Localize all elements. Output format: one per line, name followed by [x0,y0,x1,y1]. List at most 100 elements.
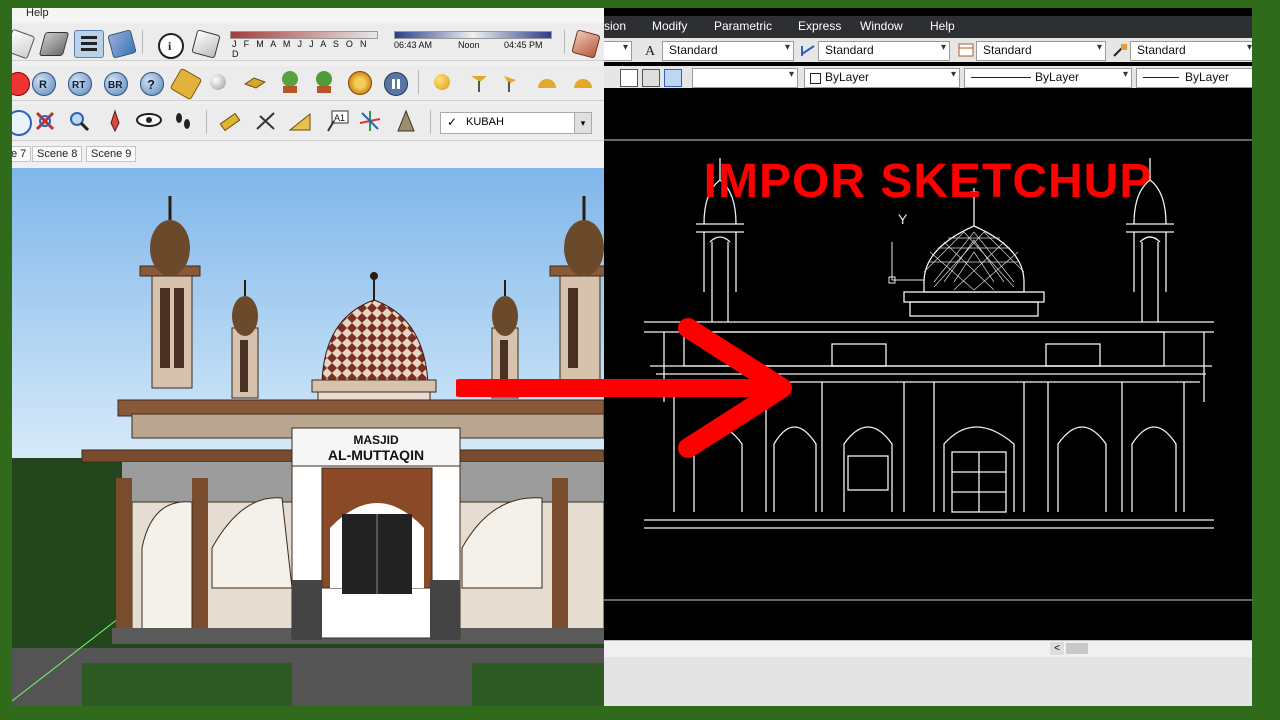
target-icon[interactable] [348,71,372,95]
menu-express[interactable]: Express [798,19,841,33]
time-slider-bar[interactable] [394,31,552,39]
time-end: 04:45 PM [504,40,543,50]
menu-parametric[interactable]: Parametric [714,19,772,33]
ucs-y-label: Y [898,211,908,227]
menu-version[interactable]: sion [604,19,626,33]
mosque-sign-line-2: AL-MUTTAQIN [328,447,424,463]
toolbar-separator [418,70,419,94]
table-style-icon[interactable] [958,42,974,58]
horizontal-scrollbar[interactable]: < [604,640,1252,657]
check-icon: ✓ [447,115,458,129]
chevron-down-icon: ▾ [1096,42,1102,53]
text-style-icon[interactable]: A [644,42,660,59]
scroll-left-button[interactable]: < [1050,642,1064,655]
tab-scene-7[interactable]: e 7 [12,146,32,162]
svg-text:i: i [168,39,172,53]
tab-scene-8[interactable]: Scene 8 [32,146,83,162]
toolbar-separator [430,110,431,134]
menu-window[interactable]: Window [860,19,903,33]
menu-help[interactable]: Help [26,8,49,19]
select-icon[interactable] [12,28,36,60]
layer-dropdown[interactable]: ▾ [692,68,798,88]
dome2-icon[interactable] [572,74,594,96]
menu-modify[interactable]: Modify [652,19,687,33]
help-icon[interactable]: ? [140,72,164,96]
dome-icon[interactable] [536,74,558,96]
date-slider-bar[interactable] [230,31,378,39]
entrance-block: MASJID AL-MUTTAQIN [291,427,461,640]
eye-icon[interactable] [136,112,162,134]
dimension-icon[interactable] [254,110,276,132]
autocad-bottom-area: < [604,640,1252,706]
tree2-icon[interactable] [312,70,334,93]
thumbnail-frame: Help i J F M A M J J A S O N D 06:43 AM … [12,8,1252,706]
svg-text:A: A [645,44,656,58]
layers-icon[interactable] [74,30,104,58]
mleader-style-dropdown[interactable]: Standard ▾ [1130,41,1252,61]
text-style-dropdown[interactable]: Standard ▾ [662,41,794,61]
footprints-icon[interactable] [172,110,194,132]
tab-scene-9[interactable]: Scene 9 [86,146,137,162]
scroll-thumb[interactable] [1066,643,1088,654]
components-icon[interactable] [191,29,221,59]
autocad-styles-toolbar: ▾ A Standard ▾ Standard ▾ Standard ▾ Standa… [604,38,1252,62]
eraser-icon[interactable] [38,32,70,56]
layer-isolate-icon[interactable] [664,69,682,87]
linetype-preview [971,77,1031,78]
protractor-icon[interactable] [288,110,311,132]
chevron-down-icon[interactable]: ▾ [574,113,591,133]
sphere-icon[interactable] [210,74,226,90]
paint-icon[interactable] [107,29,137,59]
r-icon[interactable]: R [32,72,56,96]
rt-icon[interactable]: RT [68,72,92,96]
pin-icon[interactable] [500,72,522,94]
sketchup-toolbar-row-3: A1 ✓ KUBAH ▾ [12,104,604,141]
sun-icon[interactable] [434,74,450,90]
chevron-down-icon: ▾ [1246,42,1252,53]
zoom-icon[interactable] [12,110,32,136]
tag-icon[interactable] [169,67,203,101]
br-icon[interactable]: BR [104,72,128,96]
linetype-dropdown[interactable]: ByLayer ▾ [964,68,1132,88]
chevron-down-icon: ▾ [784,42,790,53]
color-swatch [810,73,821,84]
shadow-date-slider[interactable]: J F M A M J J A S O N D [228,28,378,59]
dim-style-dropdown[interactable]: Standard ▾ [818,41,950,61]
color-dropdown[interactable]: ByLayer ▾ [804,68,960,88]
mleader-style-icon[interactable] [1112,42,1128,58]
flag-icon[interactable] [468,72,490,94]
chevron-down-icon: ▾ [940,42,946,53]
overlay-title: IMPOR SKETCHUP [703,155,1153,208]
svg-text:RT: RT [72,80,85,91]
section-icon[interactable] [394,109,416,132]
chevron-down-icon: ▾ [788,69,794,80]
bird-icon[interactable] [243,74,267,96]
zoom-extents-icon[interactable] [34,110,56,132]
layer-select[interactable]: ✓ KUBAH ▾ [440,112,592,134]
pause-icon[interactable] [384,72,408,96]
style-dropdown-partial[interactable]: ▾ [604,41,632,61]
position-camera-icon[interactable] [104,109,126,133]
layer-states-icon[interactable] [620,69,638,87]
table-style-dropdown[interactable]: Standard ▾ [976,41,1106,61]
month-labels: J F M A M J J A S O N D [232,39,369,59]
axes-icon[interactable] [358,109,381,131]
scene-tabs: e 7 Scene 8 Scene 9 [12,144,604,164]
rotate-icon[interactable] [12,72,30,96]
info-icon[interactable]: i [158,33,184,59]
lineweight-dropdown[interactable]: ByLayer [1136,68,1252,88]
chevron-down-icon: ▾ [950,69,956,80]
text-icon[interactable]: A1 [324,109,349,132]
autocad-layers-toolbar: ▾ ByLayer ▾ ByLayer ▾ ByLayer [604,66,1252,88]
tree-icon[interactable] [278,70,300,93]
zoom-window-icon[interactable] [68,110,90,132]
shadow-time-slider[interactable]: 06:43 AM Noon 04:45 PM [392,28,552,58]
shadow-settings-icon[interactable] [571,29,601,59]
dim-style-icon[interactable] [800,42,816,58]
sketchup-menubar: Help [12,8,604,22]
toolbar-separator [564,30,565,54]
layer-previous-icon[interactable] [642,69,660,87]
tape-icon[interactable] [218,110,241,132]
menu-help[interactable]: Help [930,19,955,33]
autocad-menubar: sion Modify Parametric Express Window He… [604,16,1252,38]
